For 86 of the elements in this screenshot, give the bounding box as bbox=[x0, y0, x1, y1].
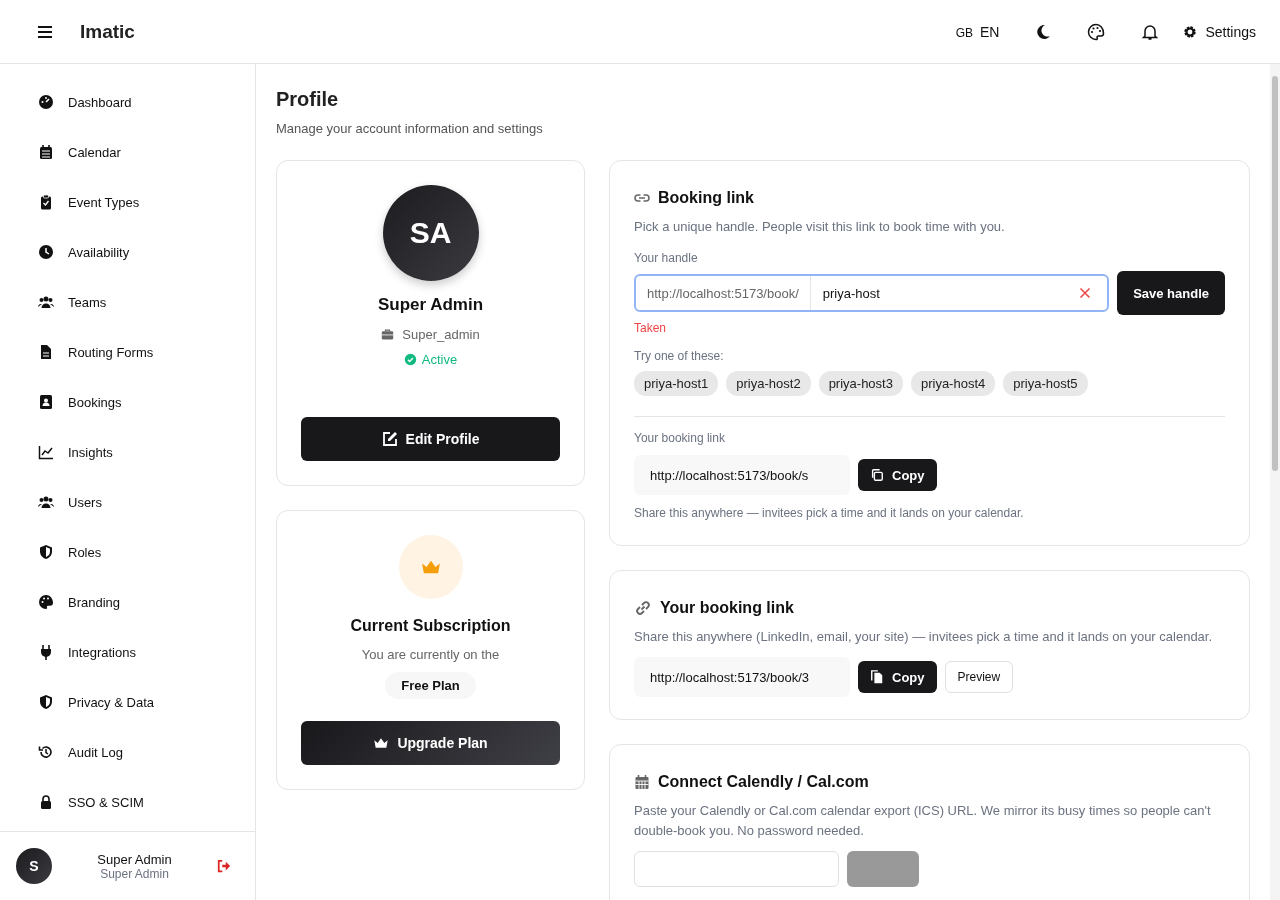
sidebar-item[interactable]: Availability bbox=[38, 227, 239, 277]
logout-icon[interactable] bbox=[217, 859, 231, 873]
palette-icon bbox=[38, 594, 54, 610]
gauge-icon bbox=[38, 94, 54, 110]
scrollbar-thumb[interactable] bbox=[1272, 76, 1278, 471]
sidebar-item[interactable]: Roles bbox=[38, 527, 239, 577]
copy-icon bbox=[870, 468, 884, 482]
field-label: Your handle bbox=[634, 251, 699, 265]
clock-icon bbox=[38, 244, 54, 260]
calendar-icon bbox=[38, 144, 54, 160]
copy-icon bbox=[870, 670, 884, 684]
profile-name: Super Admin bbox=[377, 295, 484, 315]
username: Super_admin bbox=[402, 327, 480, 342]
copy-button[interactable]: Copy bbox=[858, 459, 937, 491]
sidebar-item[interactable]: Teams bbox=[38, 277, 239, 327]
card-title: Your booking link bbox=[660, 599, 794, 617]
card-description: Paste your Calendly or Cal.com calendar export (ICS) URL. We mirror its busy times so people can't double-book you. No password needed. bbox=[634, 802, 1212, 840]
suggestions-label: Try one of these: bbox=[634, 349, 725, 363]
edit-icon bbox=[381, 431, 398, 447]
card-description: Share this anywhere (LinkedIn, email, your site) — invitees pick a time and it lands on your calendar. bbox=[634, 628, 1214, 646]
copy-button[interactable]: Copy bbox=[858, 661, 937, 693]
subscription-text: You are currently on the bbox=[361, 647, 500, 662]
preview-button[interactable]: Preview bbox=[944, 661, 1014, 693]
booking-link-field: http://localhost:5173/book/3 bbox=[634, 657, 850, 697]
status-label: Active bbox=[421, 352, 458, 367]
app-title: Imatic bbox=[80, 20, 135, 43]
error-message: Taken bbox=[634, 321, 668, 335]
field-label: Your booking link bbox=[634, 431, 726, 445]
card-description: Pick a unique handle. People visit this link to book time with you. bbox=[634, 218, 1006, 236]
ics-url-input-field[interactable] bbox=[634, 851, 839, 887]
sidebar-item[interactable]: Audit Log bbox=[38, 727, 239, 777]
suggestion-chip[interactable]: priya-host1 bbox=[634, 371, 719, 396]
handle-field[interactable]: http://localhost:5173/book/ priya-host bbox=[634, 274, 1110, 312]
page-title: Profile bbox=[276, 88, 340, 111]
hint-text: Share this anywhere — invitees pick a time and it lands on your calendar. bbox=[634, 505, 1025, 522]
user-role: Super Admin bbox=[100, 866, 169, 881]
palette-icon[interactable] bbox=[1087, 22, 1106, 41]
upgrade-plan-button[interactable]: Upgrade Plan bbox=[301, 721, 560, 765]
clear-icon[interactable] bbox=[1079, 287, 1092, 299]
briefcase-icon bbox=[381, 328, 395, 341]
booking-link-field: http://localhost:5173/book/s bbox=[634, 455, 850, 495]
edit-profile-button[interactable]: Edit Profile bbox=[301, 417, 560, 461]
people-icon bbox=[38, 294, 54, 310]
bell-icon[interactable] bbox=[1141, 22, 1160, 41]
avatar: SA bbox=[382, 185, 479, 281]
user-avatar: S bbox=[16, 848, 52, 884]
sidebar-item[interactable]: Integrations bbox=[38, 627, 239, 677]
shield-icon bbox=[38, 694, 54, 710]
sidebar-item[interactable]: Branding bbox=[38, 577, 239, 627]
card-title: Booking link bbox=[658, 189, 754, 207]
sidebar-item[interactable]: Users bbox=[38, 477, 239, 527]
user-name: Super Admin bbox=[97, 851, 172, 867]
calendar-icon bbox=[634, 774, 650, 790]
moon-icon[interactable] bbox=[1035, 23, 1052, 40]
plug-icon bbox=[38, 644, 54, 660]
sidebar-item[interactable]: Event Types bbox=[38, 177, 239, 227]
history-icon bbox=[38, 744, 54, 760]
sidebar-item[interactable]: Privacy & Data bbox=[38, 677, 239, 727]
contact-icon bbox=[38, 394, 54, 410]
suggestion-chip[interactable]: priya-host4 bbox=[910, 371, 996, 396]
url-prefix: http://localhost:5173/book/ bbox=[636, 276, 811, 310]
card-title: Connect Calendly / Cal.com bbox=[658, 773, 869, 791]
settings-button[interactable]: Settings bbox=[1183, 23, 1256, 40]
page-subtitle: Manage your account information and settings bbox=[276, 121, 544, 136]
suggestion-chip[interactable]: priya-host5 bbox=[1003, 371, 1088, 396]
sidebar-item[interactable]: SSO & SCIM bbox=[38, 777, 239, 827]
sidebar-item[interactable]: Calendar bbox=[38, 127, 239, 177]
language-selector[interactable]: GB EN bbox=[955, 23, 1000, 40]
clipboard-icon bbox=[38, 194, 54, 210]
crown-icon bbox=[419, 559, 442, 575]
chain-link-icon bbox=[634, 599, 652, 617]
sidebar-item[interactable]: Bookings bbox=[38, 377, 239, 427]
sidebar-item[interactable]: Routing Forms bbox=[38, 327, 239, 377]
suggestion-chip[interactable]: priya-host3 bbox=[818, 371, 903, 396]
subscription-title: Current Subscription bbox=[350, 617, 511, 635]
sidebar-item[interactable]: Dashboard bbox=[38, 77, 239, 127]
people-icon bbox=[38, 494, 54, 510]
shield-icon bbox=[38, 544, 54, 560]
gear-icon bbox=[1183, 24, 1198, 39]
document-icon bbox=[38, 344, 54, 360]
lock-icon bbox=[38, 794, 54, 810]
save-handle-button[interactable]: Save handle bbox=[1117, 271, 1225, 315]
plan-badge: Free Plan bbox=[385, 672, 476, 699]
sidebar-item[interactable]: Insights bbox=[38, 427, 239, 477]
suggestion-chip[interactable]: priya-host2 bbox=[726, 371, 811, 396]
chart-icon bbox=[38, 444, 54, 460]
